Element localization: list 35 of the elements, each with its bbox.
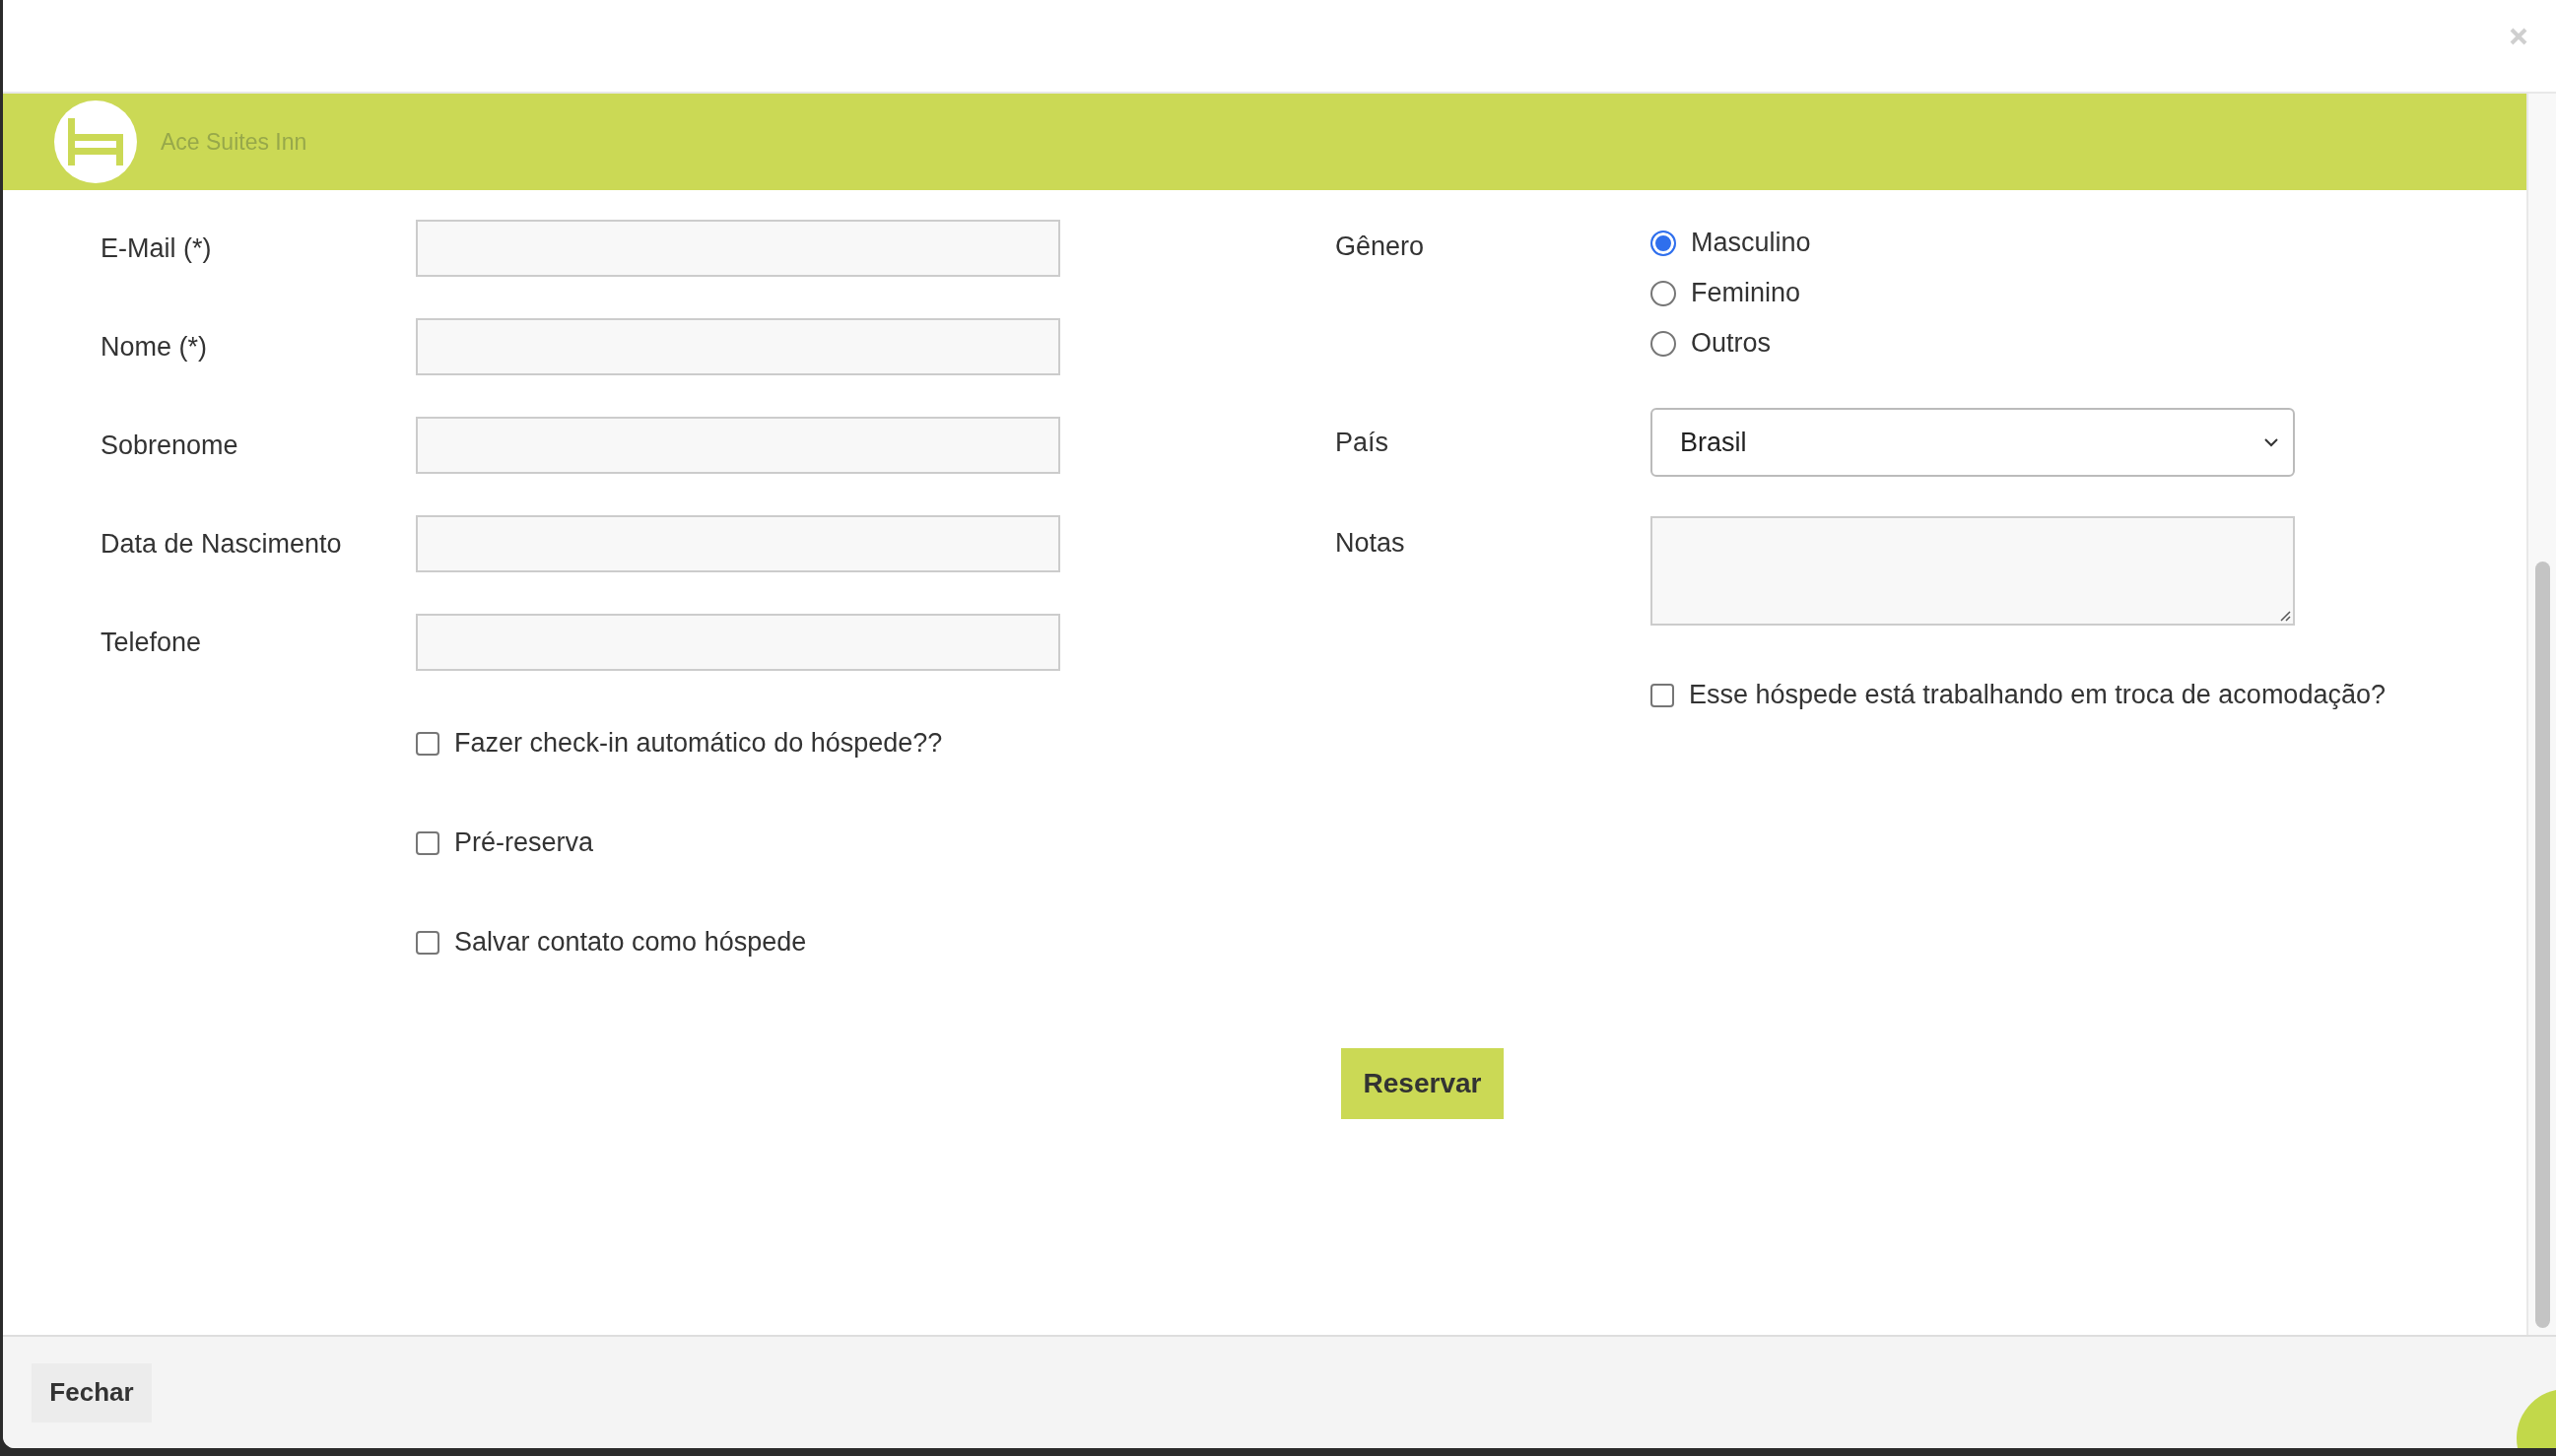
field-label: E-Mail (*) [101,232,213,264]
field-label: Data de Nascimento [101,528,343,560]
checkbox[interactable] [416,830,439,855]
checkbox[interactable] [416,930,439,955]
radio-button[interactable] [1650,230,1676,256]
checkbox-label: Salvar contato como hóspede [454,927,807,958]
input-field[interactable] [416,220,1060,277]
radio-button[interactable] [1650,330,1676,357]
input-field[interactable] [416,417,1060,474]
input-field[interactable] [416,614,1060,671]
checkbox-label: Fazer check-in automático do hóspede?? [454,728,943,759]
country-dropdown[interactable]: Brasil [1650,408,2295,477]
checkbox-label: Esse hóspede está trabalhando em troca de acomodação? [1689,680,2386,710]
checkbox[interactable] [1650,683,1674,707]
field-label: Gênero [1335,231,1426,262]
reserve-button[interactable]: Reservar [1341,1048,1504,1119]
resize-grip-icon[interactable] [2279,610,2291,622]
radio-label: Outros [1691,328,1772,359]
field-label: Nome (*) [101,331,208,363]
radio-label: Feminino [1691,278,1801,308]
field-label: Telefone [101,627,203,658]
bed-logo-icon [54,100,137,183]
close-button[interactable]: Fechar [32,1362,152,1423]
close-icon[interactable] [2509,27,2528,46]
radio-label: Masculino [1691,228,1811,258]
field-label: Sobrenome [101,430,239,461]
caret-icon [2263,437,2279,447]
checkbox[interactable] [416,731,439,756]
checkbox-label: Pré-reserva [454,827,594,858]
input-field[interactable] [416,515,1060,572]
field-label: Notas [1335,527,1406,559]
field-label: País [1335,427,1390,458]
scrollbar-thumb[interactable] [2534,562,2550,1328]
radio-button[interactable] [1650,280,1676,306]
input-field[interactable] [416,318,1060,375]
